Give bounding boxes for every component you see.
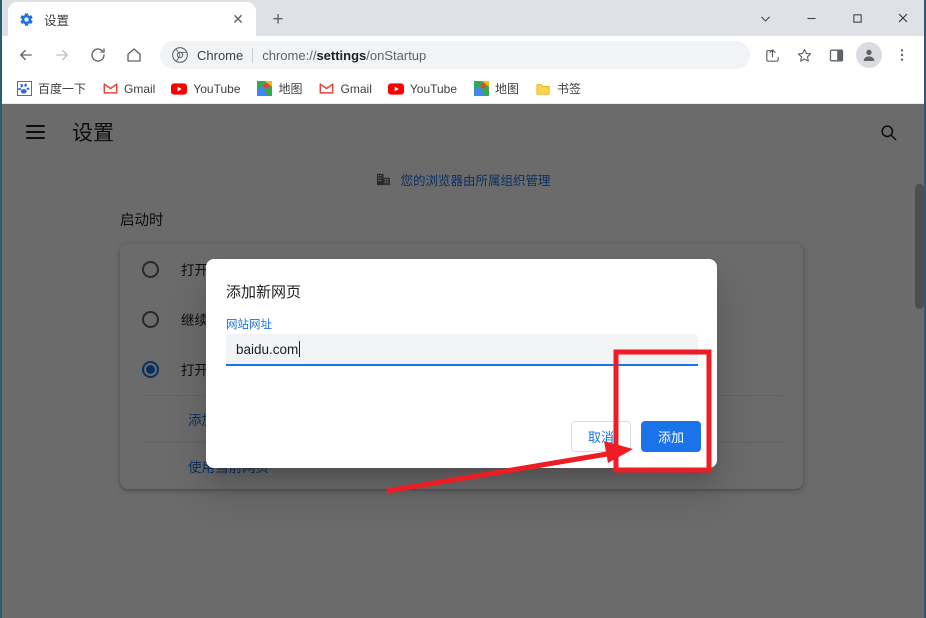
browser-toolbar: Chrome chrome://settings/onStartup bbox=[0, 36, 926, 74]
cancel-button[interactable]: 取消 bbox=[570, 421, 631, 452]
bookmark-label: 书签 bbox=[557, 82, 582, 96]
omnibox-scheme-label: Chrome bbox=[197, 47, 244, 63]
minimize-icon[interactable] bbox=[788, 0, 834, 36]
bookmark-label: YouTube bbox=[409, 81, 458, 96]
site-url-input[interactable]: baidu.com bbox=[226, 334, 698, 366]
chrome-icon bbox=[172, 47, 188, 63]
bookmark-label: Gmail bbox=[124, 81, 156, 96]
gmail-icon bbox=[319, 81, 335, 97]
bookmark-item[interactable]: 百度一下 bbox=[8, 77, 94, 101]
youtube-icon bbox=[171, 81, 188, 97]
side-panel-icon[interactable] bbox=[822, 41, 850, 69]
tab-strip: 设置 ✕ + bbox=[0, 0, 926, 36]
url-bold: settings bbox=[316, 47, 367, 63]
youtube-icon bbox=[387, 81, 404, 97]
back-icon[interactable] bbox=[11, 40, 41, 70]
window-edge-left bbox=[0, 0, 2, 618]
gmail-icon bbox=[102, 81, 118, 97]
bookmark-label: YouTube bbox=[193, 81, 241, 96]
reload-icon[interactable] bbox=[83, 40, 113, 70]
browser-tab-settings[interactable]: 设置 ✕ bbox=[8, 2, 256, 36]
close-window-icon[interactable] bbox=[880, 0, 926, 36]
three-dot-menu-icon[interactable] bbox=[888, 41, 916, 69]
bookmark-item[interactable]: YouTube bbox=[380, 77, 465, 101]
maps-icon bbox=[473, 81, 489, 97]
url-prefix: chrome:// bbox=[262, 47, 317, 63]
gear-icon bbox=[18, 11, 34, 27]
share-icon[interactable] bbox=[758, 41, 786, 69]
close-icon[interactable]: ✕ bbox=[230, 11, 246, 27]
dialog-actions: 取消 添加 bbox=[570, 421, 701, 452]
maximize-icon[interactable] bbox=[834, 0, 880, 36]
bookmarks-bar: 百度一下 Gmail YouTube 地图 Gmail YouTube 地图 书… bbox=[0, 74, 926, 104]
window-controls bbox=[742, 0, 926, 36]
bookmark-item[interactable]: Gmail bbox=[94, 77, 163, 101]
avatar-icon[interactable] bbox=[856, 42, 882, 68]
dialog-title: 添加新网页 bbox=[226, 284, 302, 301]
omnibox-url: chrome://settings/onStartup bbox=[262, 48, 426, 63]
bookmark-label: 百度一下 bbox=[38, 82, 87, 96]
input-text: baidu.com bbox=[236, 341, 299, 357]
bookmark-item[interactable]: YouTube bbox=[163, 77, 248, 101]
add-new-page-dialog: 添加新网页 网站网址 baidu.com 取消 添加 bbox=[206, 259, 717, 468]
address-bar[interactable]: Chrome chrome://settings/onStartup bbox=[160, 41, 750, 69]
omnibox-divider bbox=[252, 47, 254, 63]
forward-icon[interactable] bbox=[47, 40, 77, 70]
bookmark-label: 地图 bbox=[278, 82, 303, 96]
home-icon[interactable] bbox=[119, 40, 149, 70]
bookmark-item[interactable]: 地图 bbox=[249, 77, 311, 101]
bookmark-label: Gmail bbox=[340, 81, 372, 96]
browser-window: 设置 ✕ + Chrome chrome://settings/onStartu… bbox=[0, 0, 926, 618]
tab-title: 设置 bbox=[44, 13, 70, 28]
bookmark-label: 地图 bbox=[495, 82, 520, 96]
site-url-value: baidu.com bbox=[236, 341, 301, 357]
add-button[interactable]: 添加 bbox=[640, 421, 701, 452]
bookmark-item[interactable]: 地图 bbox=[465, 77, 527, 101]
maps-icon bbox=[257, 81, 273, 97]
settings-page: 设置 您的浏览器由 bbox=[0, 104, 926, 618]
text-caret bbox=[299, 341, 301, 357]
bookmark-item[interactable]: Gmail bbox=[311, 77, 380, 101]
folder-icon bbox=[535, 81, 551, 97]
star-icon[interactable] bbox=[790, 41, 818, 69]
site-url-label: 网站网址 bbox=[226, 319, 272, 331]
url-suffix: /onStartup bbox=[366, 47, 427, 63]
baidu-icon bbox=[16, 81, 32, 97]
tab-search-icon[interactable] bbox=[742, 0, 788, 36]
new-tab-button[interactable]: + bbox=[264, 5, 292, 33]
bookmark-folder[interactable]: 书签 bbox=[527, 77, 589, 101]
